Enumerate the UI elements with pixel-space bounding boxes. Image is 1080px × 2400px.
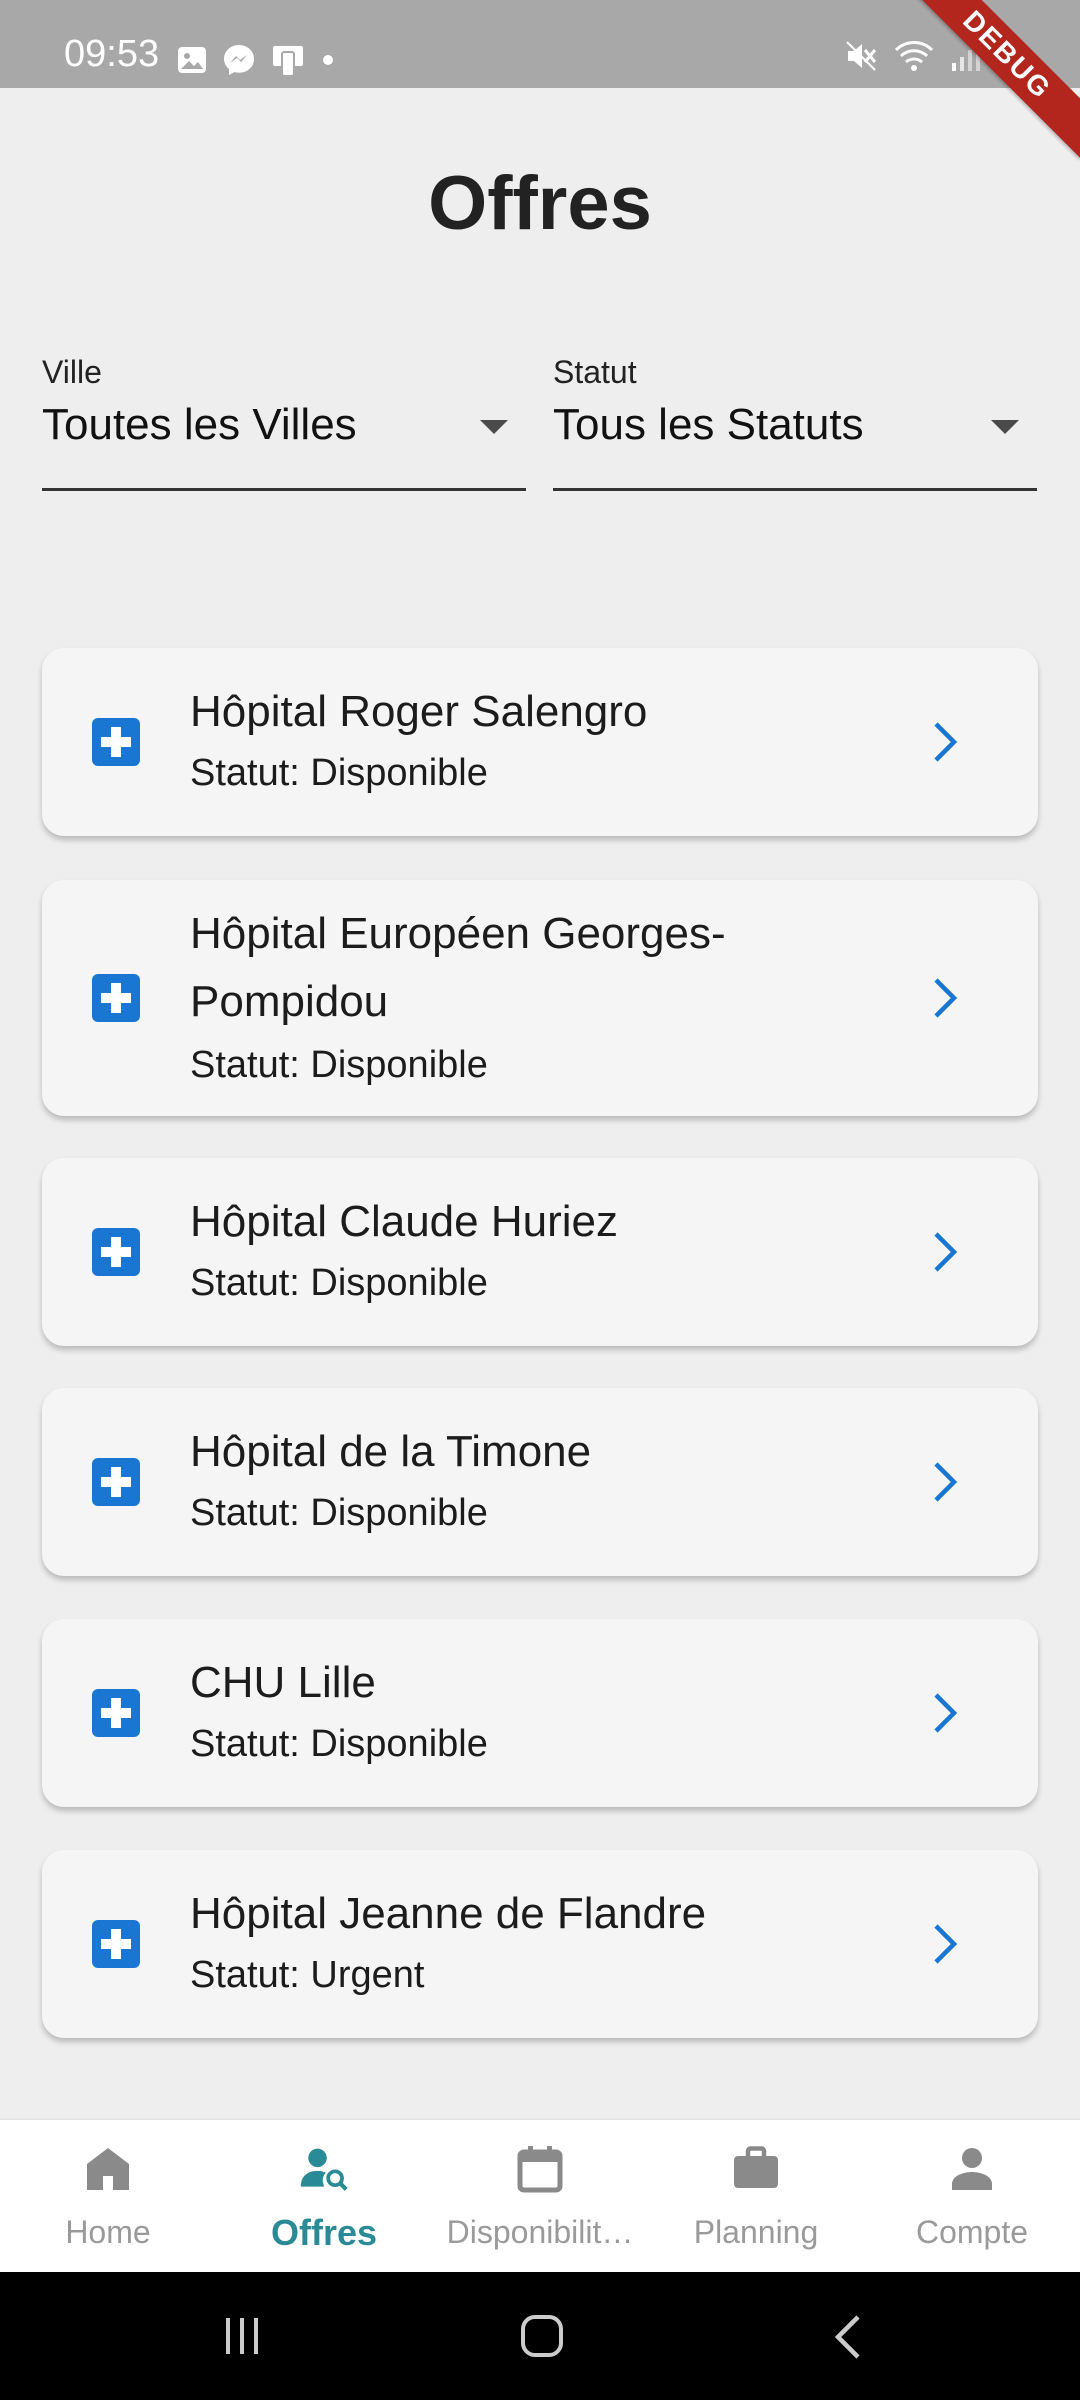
offer-card[interactable]: Hôpital Claude Huriez Statut: Disponible	[42, 1158, 1038, 1346]
debug-banner: DEBUG	[903, 0, 1080, 159]
status-dropdown[interactable]: Statut Tous les Statuts	[553, 350, 1037, 491]
city-dropdown[interactable]: Ville Toutes les Villes	[42, 350, 526, 491]
offer-name: CHU Lille	[190, 1658, 376, 1707]
offer-name: Hôpital Européen Georges-Pompidou	[190, 909, 726, 1026]
offer-name: Hôpital Claude Huriez	[190, 1197, 618, 1246]
chevron-right-icon	[934, 978, 958, 1018]
offer-name: Hôpital Roger Salengro	[190, 687, 648, 736]
offer-name: Hôpital de la Timone	[190, 1427, 592, 1476]
hospital-icon	[92, 1458, 140, 1506]
nav-item-disponibilites[interactable]: Disponibilit…	[432, 2120, 648, 2272]
home-circle-icon[interactable]	[520, 2314, 564, 2358]
briefcase-icon	[734, 2146, 778, 2188]
hospital-icon	[92, 1689, 140, 1737]
offer-status: Statut: Disponible	[190, 1723, 488, 1765]
city-dropdown-value: Toutes les Villes	[42, 400, 357, 449]
offer-status: Statut: Disponible	[190, 752, 488, 794]
device-icon	[273, 46, 303, 77]
wifi-icon	[894, 41, 934, 71]
dropdown-arrow-icon	[480, 420, 508, 434]
nav-item-planning[interactable]: Planning	[648, 2120, 864, 2272]
hospital-icon	[92, 1228, 140, 1276]
offer-card[interactable]: Hôpital de la Timone Statut: Disponible	[42, 1388, 1038, 1576]
hospital-icon	[92, 974, 140, 1022]
dropdown-arrow-icon	[991, 420, 1019, 434]
chevron-right-icon	[934, 1924, 958, 1964]
system-navigation-bar	[0, 2272, 1080, 2400]
bottom-navigation: Home Offres Disponibilit… Planning Compt…	[0, 2120, 1080, 2272]
home-icon	[87, 2148, 129, 2190]
offer-status: Statut: Disponible	[190, 1262, 488, 1304]
chevron-right-icon	[934, 1462, 958, 1502]
offer-card[interactable]: Hôpital Jeanne de Flandre Statut: Urgent	[42, 1850, 1038, 2038]
dot-icon	[323, 55, 333, 65]
offer-status: Statut: Disponible	[190, 1492, 488, 1534]
offer-status: Statut: Urgent	[190, 1954, 425, 1996]
back-icon[interactable]	[830, 2314, 864, 2360]
offer-name: Hôpital Jeanne de Flandre	[190, 1889, 707, 1938]
nav-label: Planning	[693, 2214, 819, 2250]
city-dropdown-label: Ville	[42, 354, 102, 390]
hospital-icon	[92, 1920, 140, 1968]
offer-card[interactable]: Hôpital Européen Georges-Pompidou Statut…	[42, 880, 1038, 1116]
messenger-icon	[224, 45, 254, 75]
status-dropdown-value: Tous les Statuts	[553, 400, 864, 449]
image-icon	[178, 47, 206, 73]
recents-icon[interactable]	[222, 2316, 262, 2356]
chevron-right-icon	[934, 722, 958, 762]
page-title: Offres	[428, 161, 652, 246]
chevron-right-icon	[934, 1693, 958, 1733]
nav-label: Disponibilit…	[446, 2214, 634, 2250]
hospital-icon	[92, 718, 140, 766]
status-dropdown-label: Statut	[553, 354, 637, 390]
offer-status: Statut: Disponible	[190, 1044, 488, 1086]
calendar-icon	[517, 2146, 563, 2193]
nav-label: Offres	[270, 2212, 378, 2253]
chevron-right-icon	[934, 1232, 958, 1272]
person-icon	[952, 2148, 992, 2190]
mute-icon	[846, 41, 877, 71]
person-search-icon	[300, 2148, 348, 2191]
offer-card[interactable]: Hôpital Roger Salengro Statut: Disponibl…	[42, 648, 1038, 836]
nav-label: Compte	[915, 2214, 1029, 2250]
status-time: 09:53	[64, 33, 160, 75]
nav-item-compte[interactable]: Compte	[864, 2120, 1080, 2272]
nav-item-offres[interactable]: Offres	[216, 2120, 432, 2272]
status-bar: 09:53 DEBUG	[0, 0, 1080, 159]
nav-item-home[interactable]: Home	[0, 2120, 216, 2272]
offer-card[interactable]: CHU Lille Statut: Disponible	[42, 1619, 1038, 1807]
nav-label: Home	[65, 2214, 151, 2250]
